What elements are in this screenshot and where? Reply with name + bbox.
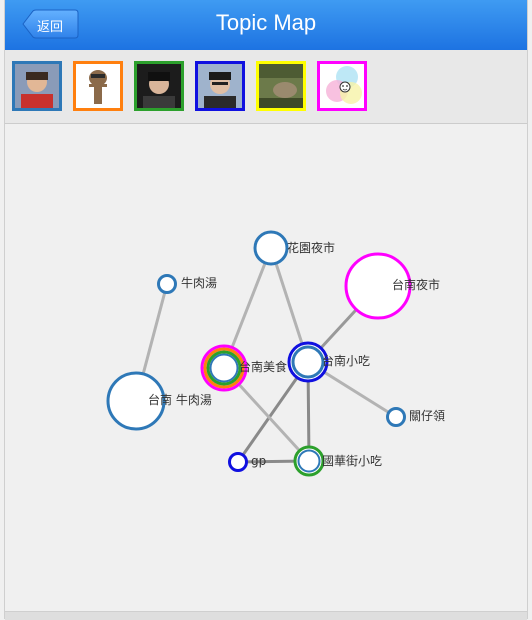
avatar-user-5[interactable] bbox=[256, 61, 306, 111]
cartoon-raccoon-icon bbox=[76, 64, 120, 108]
topic-node-tainan-beef-soup[interactable]: 台南 牛肉湯 bbox=[106, 371, 212, 431]
node-label: gp bbox=[251, 454, 266, 468]
topic-node-guanziling[interactable]: 關仔領 bbox=[386, 407, 446, 427]
topic-node-tainan-night-market[interactable]: 台南夜市 bbox=[344, 252, 440, 320]
person-photo-icon bbox=[137, 64, 181, 108]
landscape-photo-icon bbox=[259, 64, 303, 108]
topic-node-gp[interactable]: gp bbox=[228, 452, 267, 472]
avatar-user-1[interactable] bbox=[12, 61, 62, 111]
avatar-user-4[interactable] bbox=[195, 61, 245, 111]
app-frame: 返回 Topic Map 花園夜市 牛肉湯 台南夜市 台南美食 台南小吃 台南 … bbox=[4, 0, 528, 620]
node-label: 台南美食 bbox=[239, 359, 287, 374]
avatar-user-2[interactable] bbox=[73, 61, 123, 111]
node-label: 花園夜市 bbox=[287, 240, 335, 255]
topic-map-graph[interactable]: 花園夜市 牛肉湯 台南夜市 台南美食 台南小吃 台南 牛肉湯 關仔領 gp 國華… bbox=[5, 124, 527, 612]
page-title: Topic Map bbox=[215, 10, 317, 35]
topic-node-beef-soup[interactable]: 牛肉湯 bbox=[157, 274, 218, 294]
avatar-user-3[interactable] bbox=[134, 61, 184, 111]
node-label: 台南夜市 bbox=[392, 277, 440, 292]
avatar-strip bbox=[5, 50, 527, 124]
title-bar: 返回 Topic Map bbox=[5, 0, 527, 51]
group-venn-icon bbox=[320, 64, 364, 108]
topic-node-flower-market[interactable]: 花園夜市 bbox=[253, 230, 335, 266]
node-label: 關仔領 bbox=[409, 408, 445, 423]
node-label: 國華街小吃 bbox=[322, 454, 382, 468]
avatar-group[interactable] bbox=[317, 61, 367, 111]
topic-map-canvas: 花園夜市 牛肉湯 台南夜市 台南美食 台南小吃 台南 牛肉湯 關仔領 gp 國華… bbox=[106, 230, 446, 477]
node-label: 台南小吃 bbox=[322, 353, 370, 368]
person-photo-icon bbox=[198, 64, 242, 108]
node-label: 牛肉湯 bbox=[181, 275, 217, 290]
topic-node-guohua-street[interactable]: 國華街小吃 bbox=[293, 445, 382, 477]
topic-node-tainan-food[interactable]: 台南美食 bbox=[200, 344, 287, 392]
person-photo-icon bbox=[15, 64, 59, 108]
node-label: 台南 牛肉湯 bbox=[148, 392, 212, 407]
